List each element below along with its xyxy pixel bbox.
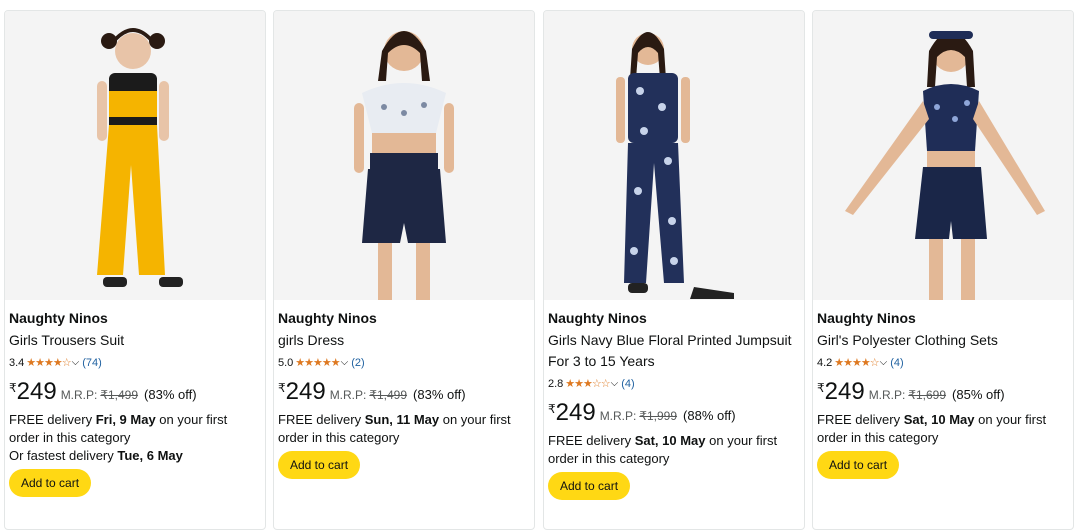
star-rating-icon[interactable]: ★★★★★ (295, 355, 340, 371)
product-brand: Naughty Ninos (548, 310, 647, 326)
delivery-info: FREE delivery Fri, 9 May on your first o… (9, 412, 228, 445)
product-brand: Naughty Ninos (278, 310, 377, 326)
rating-value: 3.4 (9, 357, 25, 369)
mrp-value: ₹1,499 (369, 388, 408, 402)
discount-text: (83% off) (413, 387, 466, 402)
product-card[interactable]: Naughty Ninos Girls Navy Blue Floral Pri… (543, 10, 805, 530)
price-row: ₹ 249 M.R.P: ₹1,499 (83% off) (9, 379, 261, 407)
product-image[interactable] (544, 11, 804, 300)
rating-value: 2.8 (548, 378, 564, 390)
product-grid: Naughty Ninos Girls Trousers Suit 3.4 ★★… (0, 0, 1074, 530)
mrp-value: ₹1,999 (639, 409, 678, 423)
mrp-label: M.R.P: ₹1,499 (60, 388, 139, 402)
mrp-label: M.R.P: ₹1,499 (329, 388, 408, 402)
currency-symbol: ₹ (278, 381, 286, 395)
price-amount: 249 (285, 378, 326, 405)
rating-row[interactable]: 5.0 ★★★★★ ⌵ (2) (278, 355, 530, 371)
rating-value: 5.0 (278, 357, 294, 369)
delivery-info: FREE delivery Sat, 10 May on your first … (548, 433, 778, 466)
mrp-label: M.R.P: ₹1,699 (868, 388, 947, 402)
review-count-link[interactable]: (4) (621, 376, 634, 392)
review-count-link[interactable]: (74) (82, 355, 102, 371)
delivery-date: Sat, 10 May (903, 412, 975, 427)
product-title[interactable]: Girl's Polyester Clothing Sets (817, 330, 1069, 351)
delivery-date: Sat, 10 May (634, 433, 706, 448)
product-title[interactable]: girls Dress (278, 330, 530, 351)
chevron-down-icon[interactable]: ⌵ (341, 355, 349, 371)
rating-row[interactable]: 2.8 ★★★☆☆ ⌵ (4) (548, 376, 800, 392)
product-image[interactable] (813, 11, 1073, 300)
product-brand: Naughty Ninos (817, 310, 916, 326)
currency-symbol: ₹ (9, 381, 17, 395)
add-to-cart-button[interactable]: Add to cart (548, 472, 631, 500)
product-title[interactable]: Girls Trousers Suit (9, 330, 261, 351)
price-amount: 249 (824, 378, 865, 405)
star-rating-icon[interactable]: ★★★★☆ (26, 355, 71, 371)
star-rating-icon[interactable]: ★★★☆☆ (565, 376, 610, 392)
discount-text: (85% off) (952, 387, 1005, 402)
fastest-delivery-date: Tue, 6 May (117, 448, 183, 463)
mrp-label: M.R.P: ₹1,999 (599, 409, 678, 423)
product-brand: Naughty Ninos (9, 310, 108, 326)
chevron-down-icon[interactable]: ⌵ (72, 355, 80, 371)
product-card[interactable]: Naughty Ninos girls Dress 5.0 ★★★★★ ⌵ (2… (273, 10, 535, 530)
add-to-cart-button[interactable]: Add to cart (9, 469, 92, 497)
review-count-link[interactable]: (4) (890, 355, 903, 371)
mrp-value: ₹1,499 (100, 388, 139, 402)
review-count-link[interactable]: (2) (351, 355, 364, 371)
rating-value: 4.2 (817, 357, 833, 369)
fastest-delivery-info: Or fastest delivery Tue, 6 May (9, 448, 183, 463)
currency-symbol: ₹ (548, 402, 556, 416)
rating-row[interactable]: 4.2 ★★★★☆ ⌵ (4) (817, 355, 1069, 371)
mrp-value: ₹1,699 (908, 388, 947, 402)
star-rating-icon[interactable]: ★★★★☆ (834, 355, 879, 371)
delivery-date: Fri, 9 May (95, 412, 156, 427)
delivery-date: Sun, 11 May (364, 412, 440, 427)
chevron-down-icon[interactable]: ⌵ (611, 376, 619, 392)
currency-symbol: ₹ (817, 381, 825, 395)
price-row: ₹ 249 M.R.P: ₹1,499 (83% off) (278, 379, 530, 407)
rating-row[interactable]: 3.4 ★★★★☆ ⌵ (74) (9, 355, 261, 371)
delivery-info: FREE delivery Sat, 10 May on your first … (817, 412, 1047, 445)
product-image[interactable] (5, 11, 265, 300)
product-card[interactable]: Naughty Ninos Girls Trousers Suit 3.4 ★★… (4, 10, 266, 530)
price-amount: 249 (555, 399, 596, 426)
discount-text: (88% off) (683, 408, 736, 423)
add-to-cart-button[interactable]: Add to cart (278, 451, 361, 479)
discount-text: (83% off) (144, 387, 197, 402)
product-image[interactable] (274, 11, 534, 300)
delivery-info: FREE delivery Sun, 11 May on your first … (278, 412, 511, 445)
product-title[interactable]: Girls Navy Blue Floral Printed Jumpsuit … (548, 330, 800, 372)
add-to-cart-button[interactable]: Add to cart (817, 451, 900, 479)
product-card[interactable]: Naughty Ninos Girl's Polyester Clothing … (812, 10, 1074, 530)
chevron-down-icon[interactable]: ⌵ (880, 355, 888, 371)
price-row: ₹ 249 M.R.P: ₹1,999 (88% off) (548, 400, 800, 428)
price-amount: 249 (16, 378, 57, 405)
price-row: ₹ 249 M.R.P: ₹1,699 (85% off) (817, 379, 1069, 407)
